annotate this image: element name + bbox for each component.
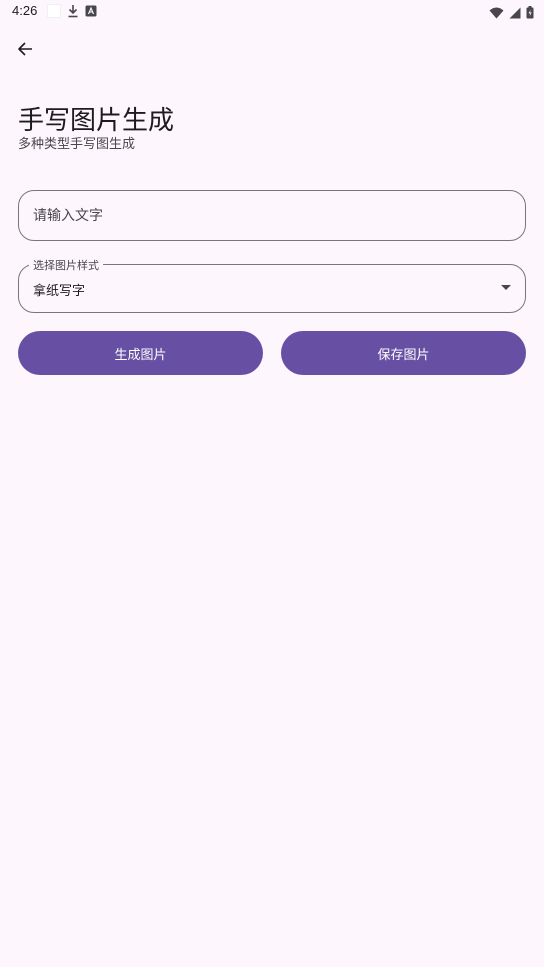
download-icon — [67, 4, 79, 18]
wifi-icon — [489, 4, 504, 23]
status-right-icons — [489, 4, 534, 23]
dropdown-arrow-icon[interactable] — [501, 285, 511, 290]
save-image-button[interactable]: 保存图片 — [281, 331, 526, 375]
notification-square-icon — [47, 4, 61, 18]
style-select-value: 拿纸写字 — [33, 284, 86, 299]
signal-icon — [509, 4, 521, 23]
page-subtitle: 多种类型手写图生成 — [18, 137, 136, 152]
text-input[interactable] — [19, 191, 525, 240]
status-time: 4:26 — [12, 3, 38, 18]
battery-icon — [526, 4, 534, 23]
text-input-field[interactable] — [18, 190, 526, 241]
status-bar: 4:26 — [0, 0, 544, 24]
style-select[interactable]: 选择图片样式 拿纸写字 — [18, 257, 526, 313]
style-select-label: 选择图片样式 — [29, 257, 103, 273]
back-button[interactable] — [12, 38, 38, 64]
a-icon — [85, 5, 97, 17]
arrow-back-icon — [17, 41, 33, 61]
page-title: 手写图片生成 — [18, 106, 175, 136]
generate-image-button[interactable]: 生成图片 — [18, 331, 263, 375]
status-left-icons — [47, 4, 97, 18]
